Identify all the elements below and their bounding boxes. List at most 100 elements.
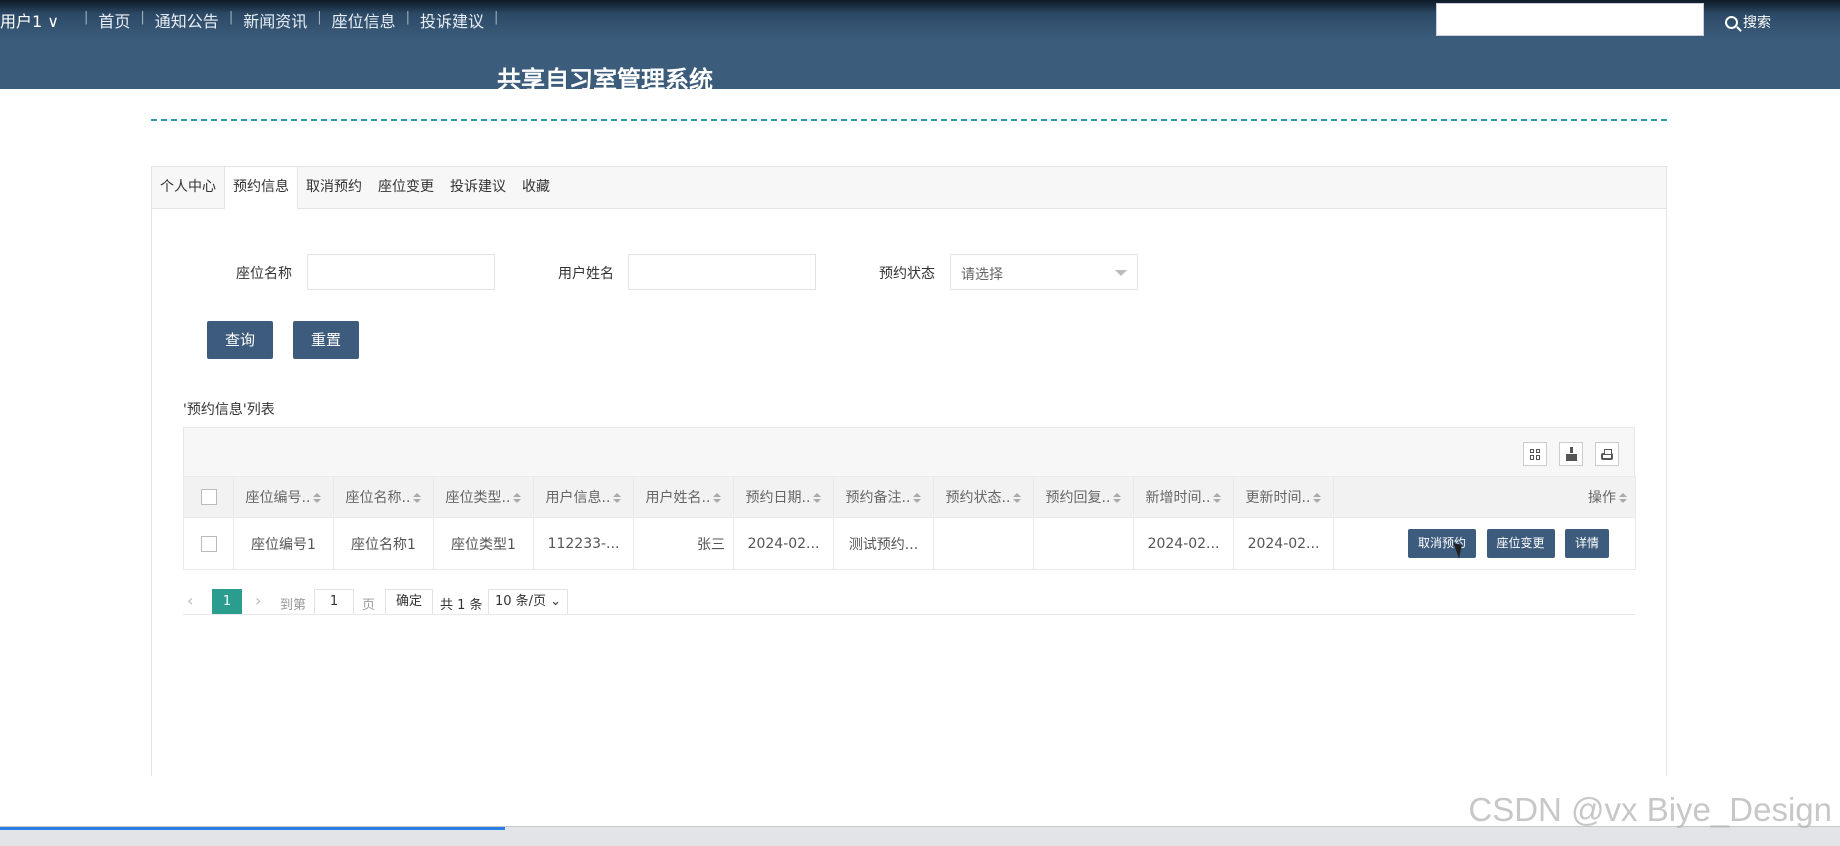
confirm-page-button[interactable]: 确定 (385, 589, 434, 615)
print-icon (1601, 448, 1613, 460)
next-page-icon[interactable]: › (255, 591, 261, 610)
seat-change-button[interactable]: 座位变更 (1486, 529, 1555, 558)
status-label: 预约状态 (879, 266, 935, 282)
user-name-label: 用户姓名 (558, 266, 614, 282)
cell-updated: 2024-02... (1233, 517, 1334, 570)
goto-prefix: 到第 (280, 598, 307, 613)
tab-cancel-reservation[interactable]: 取消预约 (298, 167, 370, 208)
sort-icon[interactable] (1013, 493, 1022, 503)
search-button[interactable]: 搜索 (1725, 12, 1771, 32)
table-header-row: 座位编号.. 座位名称.. 座位类型.. 用户信息.. 用户姓名.. 预约日期.… (183, 476, 1636, 518)
export-button[interactable] (1559, 442, 1583, 466)
top-header: 用户1 ∨ | 首页 | 通知公告 | 新闻资讯 | 座位信息 | 投诉建议 |… (0, 0, 1840, 94)
table-row: 座位编号1 座位名称1 座位类型1 112233-... 张三 2024-02.… (183, 517, 1636, 570)
sort-icon[interactable] (513, 493, 522, 503)
sort-icon[interactable] (313, 493, 322, 503)
status-select[interactable]: 请选择 (950, 254, 1138, 290)
sort-icon[interactable] (613, 493, 622, 503)
sort-icon[interactable] (813, 493, 822, 503)
nav-separator: | (405, 10, 411, 25)
cell-seat-no: 座位编号1 (233, 517, 334, 570)
cell-seat-name: 座位名称1 (333, 517, 434, 570)
sort-icon[interactable] (913, 493, 922, 503)
column-header[interactable]: 更新时间.. (1233, 476, 1334, 518)
column-header[interactable]: 用户信息.. (533, 476, 634, 518)
columns-icon (1529, 448, 1541, 460)
sort-icon[interactable] (713, 493, 722, 503)
column-header[interactable]: 座位编号.. (233, 476, 334, 518)
query-button[interactable]: 查询 (207, 321, 273, 359)
column-header[interactable]: 座位类型.. (433, 476, 534, 518)
pagination: ‹ 1 › 到第 1 页 确定 共 1 条 10 条/页 ⌄ (183, 589, 1635, 615)
cancel-reservation-button[interactable]: 取消预约 (1408, 529, 1477, 558)
search-icon (1725, 15, 1738, 29)
cell-user-name: 张三 (633, 517, 734, 570)
column-header[interactable]: 预约状态.. (933, 476, 1034, 518)
nav-complaints[interactable]: 投诉建议 (420, 8, 484, 32)
tab-complaints[interactable]: 投诉建议 (442, 167, 514, 208)
nav-home[interactable]: 首页 (98, 8, 130, 32)
seat-name-label: 座位名称 (236, 266, 292, 282)
column-filter-button[interactable] (1523, 442, 1547, 466)
cell-actions: 取消预约 座位变更 详情 (1333, 517, 1636, 570)
watermark: CSDN @vx Biye_Design (1468, 791, 1832, 828)
nav-seats[interactable]: 座位信息 (332, 8, 396, 32)
export-icon (1565, 446, 1577, 461)
tab-personal-center[interactable]: 个人中心 (152, 167, 224, 208)
cell-note: 测试预约... (833, 517, 934, 570)
nav-separator: | (317, 10, 322, 25)
user-name-input[interactable] (628, 254, 816, 290)
prev-page-icon[interactable]: ‹ (187, 591, 193, 610)
cell-user-info: 112233-... (533, 517, 634, 570)
sort-icon[interactable] (413, 493, 422, 503)
row-select-cell (183, 517, 234, 570)
current-page[interactable]: 1 (212, 589, 242, 615)
nav-separator: | (84, 10, 89, 25)
table-toolbar (183, 427, 1635, 477)
nav-news[interactable]: 新闻资讯 (243, 8, 307, 32)
loading-progress (0, 827, 505, 830)
site-title: 共享自习室管理系统 (497, 66, 713, 94)
sort-icon[interactable] (1619, 493, 1627, 503)
column-header-actions[interactable]: 操作 (1333, 476, 1636, 518)
page-suffix: 页 (362, 598, 376, 613)
chevron-down-icon (1115, 270, 1127, 276)
sort-icon[interactable] (1113, 493, 1122, 503)
page-number-input[interactable]: 1 (314, 589, 354, 615)
tab-seat-change[interactable]: 座位变更 (370, 167, 442, 208)
select-all-checkbox[interactable] (200, 489, 217, 505)
cell-status (933, 517, 1034, 570)
tab-reservations[interactable]: 预约信息 (224, 167, 298, 209)
sort-icon[interactable] (1313, 493, 1322, 503)
user-menu[interactable]: 用户1 ∨ (0, 8, 59, 32)
status-select-value: 请选择 (961, 267, 1003, 283)
total-count: 共 1 条 (440, 598, 483, 613)
reset-button[interactable]: 重置 (293, 321, 359, 359)
cell-seat-type: 座位类型1 (433, 517, 534, 570)
main-nav: | 首页 | 通知公告 | 新闻资讯 | 座位信息 | 投诉建议 | (74, 8, 508, 32)
browser-status-bar (0, 826, 1840, 846)
column-header[interactable]: 预约日期.. (733, 476, 834, 518)
nav-notices[interactable]: 通知公告 (155, 8, 219, 32)
column-header[interactable]: 用户姓名.. (633, 476, 734, 518)
tab-bar: 个人中心 预约信息 取消预约 座位变更 投诉建议 收藏 (152, 167, 1666, 209)
pager-divider (183, 614, 1635, 615)
tab-favorites[interactable]: 收藏 (514, 167, 558, 208)
list-title: '预约信息'列表 (183, 402, 275, 418)
search-input[interactable] (1436, 3, 1704, 36)
column-header[interactable]: 座位名称.. (333, 476, 434, 518)
nav-separator: | (228, 10, 234, 25)
detail-button[interactable]: 详情 (1564, 529, 1609, 558)
cell-created: 2024-02... (1133, 517, 1234, 570)
nav-separator: | (140, 10, 145, 25)
column-header[interactable]: 预约备注.. (833, 476, 934, 518)
row-checkbox[interactable] (200, 535, 217, 552)
page-size-select[interactable]: 10 条/页 ⌄ (488, 589, 569, 615)
print-button[interactable] (1595, 442, 1619, 466)
reservations-table: 座位编号.. 座位名称.. 座位类型.. 用户信息.. 用户姓名.. 预约日期.… (183, 476, 1636, 570)
column-header[interactable]: 预约回复.. (1033, 476, 1134, 518)
sort-icon[interactable] (1213, 493, 1222, 503)
column-header[interactable]: 新增时间.. (1133, 476, 1234, 518)
seat-name-input[interactable] (307, 254, 495, 290)
select-all-cell (183, 476, 234, 518)
